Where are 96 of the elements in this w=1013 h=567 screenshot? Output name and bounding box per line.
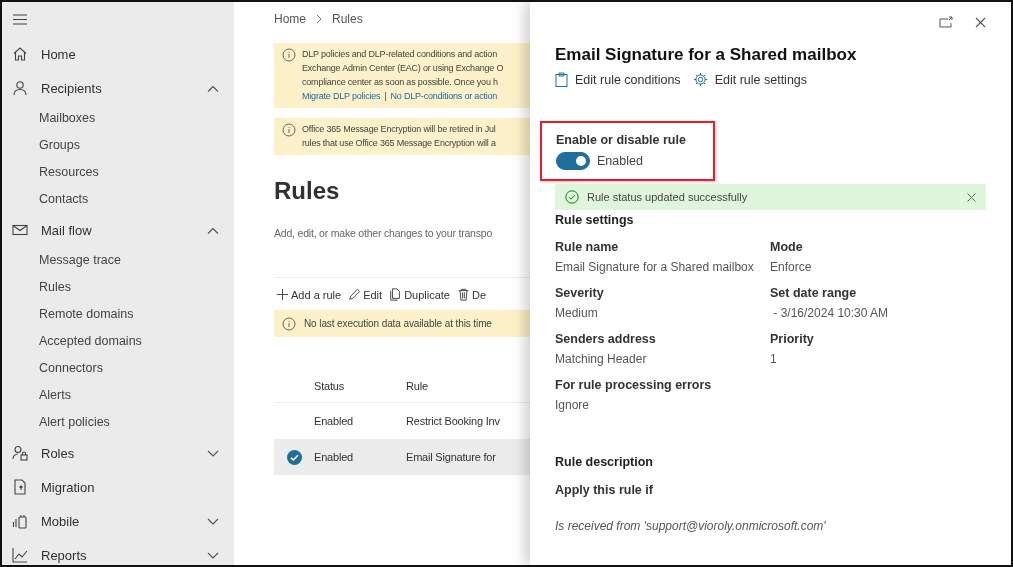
nav-item[interactable]: Roles [2, 436, 234, 470]
table-row[interactable]: Enabled Email Signature for [274, 439, 530, 475]
home-icon [12, 46, 28, 62]
field-value: Matching Header [555, 352, 648, 366]
nav-subitem[interactable]: Rules [2, 274, 234, 301]
nav-item[interactable]: Home [2, 37, 234, 71]
popout-icon[interactable] [939, 16, 953, 28]
phone-icon [12, 513, 28, 529]
chevron-icon [207, 517, 219, 525]
notice-text: No last execution data available at this time [304, 318, 492, 329]
section-heading: Rule description [555, 455, 654, 469]
page-description: Add, edit, or make other changes to your transpo [274, 227, 494, 239]
info-icon [282, 48, 296, 62]
panel-title: Email Signature for a Shared mailbox [555, 45, 858, 65]
separator-text: | [384, 90, 387, 103]
field-value: 1 [770, 352, 778, 366]
nav-subitem[interactable]: Alerts [2, 382, 234, 409]
nav-subitem[interactable]: Connectors [2, 355, 234, 382]
check-circle-icon [286, 449, 302, 465]
nav-subitem[interactable]: Accepted domains [2, 328, 234, 355]
nav-subitem[interactable]: Message trace [2, 247, 234, 274]
condition-heading: Apply this rule if [555, 483, 654, 497]
table-cell: Restrict Booking Inv [406, 415, 500, 427]
nav-subitem[interactable]: Mailboxes [2, 105, 234, 132]
field-label: Severity [555, 286, 605, 300]
field-label: Mode [770, 240, 804, 254]
nav-subitem[interactable]: Alert policies [2, 409, 234, 436]
field-label: Rule name [555, 240, 620, 254]
banner-link[interactable]: Migrate DLP policies [302, 89, 381, 103]
nav-subitem[interactable]: Resources [2, 159, 234, 186]
toolbar-button[interactable]: Edit [346, 286, 384, 303]
field-label: For rule processing errors [555, 378, 713, 392]
field-value: Ignore [555, 398, 591, 412]
person-lock-icon [12, 445, 28, 461]
copy-icon [389, 288, 403, 301]
check-circle-icon [565, 190, 579, 204]
nav-subitem[interactable]: Groups [2, 132, 234, 159]
action-button[interactable]: Edit rule conditions [555, 72, 681, 87]
field-label: Set date range [770, 286, 858, 300]
nav-item[interactable]: Migration [2, 470, 234, 504]
action-button[interactable]: Edit rule settings [692, 72, 808, 87]
menu-icon[interactable] [13, 14, 27, 25]
banner-text: compliance center as soon as possible. Once you h [302, 76, 499, 89]
person-icon [12, 80, 28, 96]
banner-link[interactable]: No DLP-conditions or action [390, 89, 498, 103]
close-icon[interactable] [975, 16, 986, 28]
document-icon [12, 479, 28, 495]
info-icon [282, 316, 296, 331]
toolbar-button[interactable]: Duplicate [387, 286, 451, 303]
banner-text: Exchange Admin Center (EAC) or using Exchange O [302, 62, 504, 75]
page-title: Rules [274, 177, 341, 206]
nav-subitem[interactable]: Contacts [2, 186, 234, 213]
condition-text: Is received from 'support@vioroly.onmicrosoft.com' [555, 519, 827, 533]
nav-item[interactable]: Reports [2, 538, 234, 565]
field-label: Priority [770, 332, 815, 346]
trash-icon [457, 288, 470, 301]
field-label: Senders address [555, 332, 657, 346]
toolbar-button[interactable]: Add a rule [274, 286, 343, 303]
banner-text: rules that use Office 365 Message Encryption will a [302, 137, 496, 150]
nav-subitem[interactable]: Remote domains [2, 301, 234, 328]
field-value: - 3/16/2024 10:30 AM [772, 306, 890, 320]
chevron-icon [316, 14, 322, 24]
chevron-icon [207, 551, 219, 559]
chevron-icon [207, 449, 219, 457]
field-value: Email Signature for a Shared mailbox [555, 260, 755, 274]
nav-item[interactable]: Mobile [2, 504, 234, 538]
clipboard-icon [555, 72, 568, 87]
chart-icon [12, 547, 28, 563]
breadcrumb-link[interactable]: Rules [332, 12, 363, 26]
chevron-icon [207, 84, 219, 92]
plus-icon [276, 288, 289, 301]
field-value: Enforce [770, 260, 813, 274]
close-icon[interactable] [967, 192, 976, 202]
toggle-state: Enabled [597, 154, 643, 168]
table-row[interactable]: Enabled Restrict Booking Inv [274, 403, 530, 439]
table-cell-text: Enabled [314, 415, 354, 427]
field-value: Medium [555, 306, 599, 320]
chevron-icon [207, 226, 219, 234]
message-text: Rule status updated successfully [587, 191, 749, 203]
pencil-icon [348, 288, 362, 301]
nav-item[interactable]: Recipients [2, 71, 234, 105]
settings-icon [692, 72, 708, 87]
toolbar-button[interactable]: De [455, 286, 488, 303]
section-heading: Rule settings [555, 213, 635, 227]
column-header[interactable]: Status [314, 380, 406, 392]
toggle-label: Enable or disable rule [556, 133, 687, 147]
table-cell: Email Signature for [406, 451, 496, 463]
banner-text: DLP policies and DLP-related conditions and action [302, 48, 498, 61]
mail-icon [12, 222, 28, 238]
toggle-switch[interactable] [556, 152, 590, 170]
banner-text: Office 365 Message Encryption will be retired in Jul [302, 123, 496, 136]
info-icon [282, 123, 296, 137]
table-cell-text: Enabled [314, 451, 354, 463]
column-header[interactable]: Rule [406, 380, 428, 392]
nav-item[interactable]: Mail flow [2, 213, 234, 247]
breadcrumb-link[interactable]: Home [274, 12, 306, 26]
